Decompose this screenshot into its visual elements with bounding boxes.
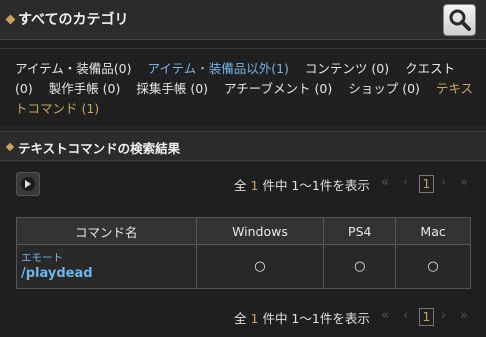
category-title: すべてのカテゴリ <box>18 12 129 28</box>
mac-support-cell: ○ <box>395 244 471 289</box>
category-header: すべてのカテゴリ <box>0 0 486 40</box>
results-title: テキストコマンドの検索結果 <box>18 141 181 156</box>
column-header-mac: Mac <box>395 217 471 245</box>
diamond-bullet-icon <box>5 14 16 25</box>
diamond-bullet-icon <box>5 142 15 152</box>
pager-bottom: 全 1 件中 1〜1件を表示 « ‹ 1 › » <box>234 308 479 328</box>
category-crafting-log[interactable]: 製作手帳 (0) <box>49 81 121 96</box>
results-table: コマンド名 Windows PS4 Mac エモート /playdead ○ ○… <box>16 217 471 289</box>
category-items-equipment[interactable]: アイテム・装備品(0) <box>15 61 131 76</box>
sort-toggle-icon <box>21 177 35 191</box>
results-panel: 全 1 件中 1〜1件を表示 « ‹ 1 › » コマンド名 Windows P… <box>0 162 486 337</box>
search-button[interactable] <box>443 4 476 36</box>
page-number-current[interactable]: 1 <box>419 175 434 193</box>
double-chevron-left-icon[interactable]: « <box>381 175 389 190</box>
category-non-equipment[interactable]: アイテム・装備品以外(1) <box>147 61 288 76</box>
category-achievement[interactable]: アチーブメント (0) <box>224 81 332 96</box>
double-chevron-right-icon[interactable]: » <box>460 308 468 323</box>
windows-support-cell: ○ <box>195 244 325 289</box>
category-gathering-log[interactable]: 採集手帳 (0) <box>136 81 208 96</box>
command-category-link[interactable]: エモート <box>21 252 196 265</box>
command-cell: エモート /playdead <box>16 244 197 289</box>
category-content[interactable]: コンテンツ (0) <box>305 61 389 76</box>
sort-button[interactable] <box>16 172 40 196</box>
chevron-left-icon[interactable]: ‹ <box>403 308 408 323</box>
result-summary: 全 1 件中 1〜1件を表示 <box>234 311 370 326</box>
table-row: エモート /playdead ○ ○ ○ <box>16 244 471 289</box>
results-header: テキストコマンドの検索結果 <box>0 131 486 161</box>
column-header-windows: Windows <box>195 217 325 245</box>
pager-top: 全 1 件中 1〜1件を表示 « ‹ 1 › » <box>234 175 479 195</box>
result-summary: 全 1 件中 1〜1件を表示 <box>234 178 370 193</box>
chevron-left-icon[interactable]: ‹ <box>403 175 408 190</box>
column-header-ps4: PS4 <box>323 217 397 245</box>
magnifier-icon <box>449 9 471 31</box>
column-header-command: コマンド名 <box>16 217 197 245</box>
page-number-current[interactable]: 1 <box>419 308 434 326</box>
category-list: アイテム・装備品(0) アイテム・装備品以外(1) コンテンツ (0) クエスト… <box>0 48 486 124</box>
command-name-link[interactable]: /playdead <box>21 265 196 282</box>
chevron-right-icon[interactable]: › <box>441 175 446 190</box>
category-shop[interactable]: ショップ (0) <box>348 81 420 96</box>
chevron-right-icon[interactable]: › <box>441 308 446 323</box>
double-chevron-left-icon[interactable]: « <box>381 308 389 323</box>
double-chevron-right-icon[interactable]: » <box>460 175 468 190</box>
ps4-support-cell: ○ <box>323 244 397 289</box>
